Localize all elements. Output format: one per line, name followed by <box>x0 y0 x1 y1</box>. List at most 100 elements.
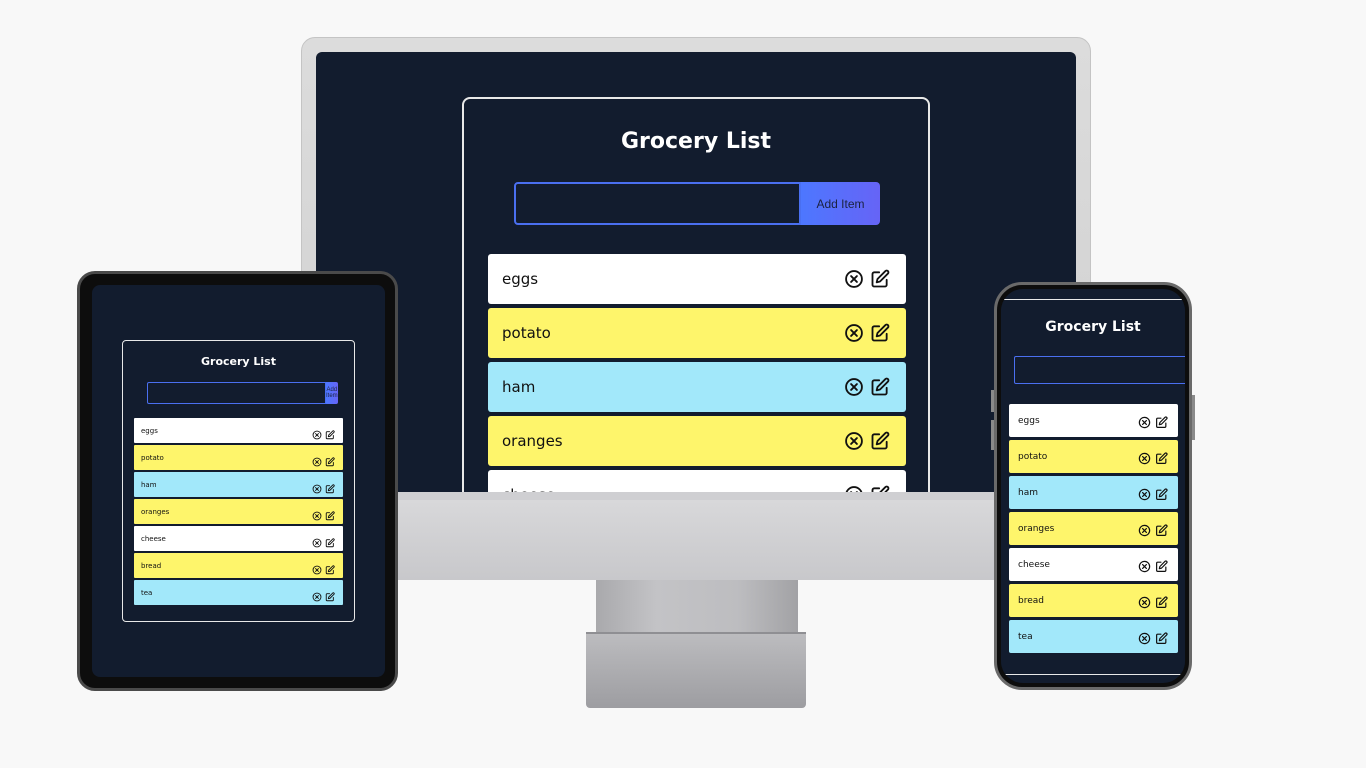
item-actions <box>1138 450 1168 469</box>
edit-icon[interactable] <box>325 533 335 552</box>
item-actions <box>1138 414 1168 433</box>
item-actions <box>312 425 335 444</box>
item-actions <box>844 323 890 347</box>
list-item: oranges <box>488 416 906 466</box>
monitor-chin <box>398 492 995 580</box>
edit-icon[interactable] <box>870 485 890 492</box>
item-input[interactable] <box>1014 356 1185 384</box>
list-item: eggs <box>488 254 906 304</box>
edit-icon[interactable] <box>870 431 890 455</box>
list-item: tea <box>134 580 343 605</box>
x-circle-icon[interactable] <box>844 485 864 492</box>
edit-icon[interactable] <box>325 506 335 525</box>
x-circle-icon[interactable] <box>1138 450 1151 469</box>
x-circle-icon[interactable] <box>1138 522 1151 541</box>
x-circle-icon[interactable] <box>844 377 864 401</box>
x-circle-icon[interactable] <box>844 431 864 455</box>
page-title: Grocery List <box>1045 319 1141 335</box>
item-label: eggs <box>502 270 539 288</box>
edit-icon[interactable] <box>870 323 890 347</box>
grocery-list: eggs potato ham oranges cheese bread tea <box>134 418 343 607</box>
edit-icon[interactable] <box>870 269 890 293</box>
item-actions <box>312 506 335 525</box>
item-actions <box>312 587 335 606</box>
edit-icon[interactable] <box>325 452 335 471</box>
add-item-form: Add Item <box>147 382 338 404</box>
item-label: potato <box>502 324 551 342</box>
edit-icon[interactable] <box>1155 522 1168 541</box>
item-label: eggs <box>1018 415 1040 426</box>
item-label: ham <box>141 480 157 489</box>
x-circle-icon[interactable] <box>1138 414 1151 433</box>
x-circle-icon[interactable] <box>312 587 322 606</box>
list-item: oranges <box>1009 512 1178 545</box>
monitor-base <box>586 632 806 708</box>
list-item: ham <box>134 472 343 497</box>
list-item: oranges <box>134 499 343 524</box>
item-input[interactable] <box>147 382 326 404</box>
grocery-list: eggs potato ham oranges cheese <box>488 254 906 492</box>
add-item-button[interactable]: Add Item <box>326 382 338 404</box>
item-label: cheese <box>141 534 166 543</box>
x-circle-icon[interactable] <box>312 506 322 525</box>
edit-icon[interactable] <box>870 377 890 401</box>
item-label: bread <box>141 561 162 570</box>
list-item: bread <box>134 553 343 578</box>
x-circle-icon[interactable] <box>1138 486 1151 505</box>
item-label: tea <box>141 588 153 597</box>
edit-icon[interactable] <box>1155 486 1168 505</box>
grocery-panel: Grocery List Add Item eggs potato ham orang… <box>122 340 355 622</box>
x-circle-icon[interactable] <box>1138 594 1151 613</box>
list-item: bread <box>1009 584 1178 617</box>
list-item: potato <box>1009 440 1178 473</box>
add-item-button[interactable]: Add Item <box>801 182 880 225</box>
edit-icon[interactable] <box>325 479 335 498</box>
list-item: eggs <box>134 418 343 443</box>
monitor-screen: Grocery List Add Item eggs potato ham orang… <box>316 52 1076 492</box>
edit-icon[interactable] <box>325 587 335 606</box>
x-circle-icon[interactable] <box>844 323 864 347</box>
list-item: tea <box>1009 620 1178 653</box>
add-item-form: Add Item <box>514 182 880 225</box>
edit-icon[interactable] <box>1155 558 1168 577</box>
item-input[interactable] <box>514 182 801 225</box>
item-actions <box>1138 630 1168 649</box>
edit-icon[interactable] <box>1155 630 1168 649</box>
list-item: cheese <box>134 526 343 551</box>
edit-icon[interactable] <box>325 425 335 444</box>
item-label: ham <box>1018 487 1038 498</box>
list-item: cheese <box>488 470 906 492</box>
x-circle-icon[interactable] <box>844 269 864 293</box>
x-circle-icon[interactable] <box>312 479 322 498</box>
page-title: Grocery List <box>620 129 771 154</box>
x-circle-icon[interactable] <box>312 560 322 579</box>
edit-icon[interactable] <box>1155 414 1168 433</box>
item-actions <box>1138 486 1168 505</box>
x-circle-icon[interactable] <box>1138 630 1151 649</box>
item-actions <box>312 533 335 552</box>
item-actions <box>844 377 890 401</box>
item-label: cheese <box>1018 559 1050 570</box>
list-item: ham <box>488 362 906 412</box>
item-actions <box>312 560 335 579</box>
item-label: ham <box>502 378 536 396</box>
item-label: oranges <box>141 507 170 516</box>
monitor-stand <box>596 580 798 634</box>
x-circle-icon[interactable] <box>1138 558 1151 577</box>
edit-icon[interactable] <box>1155 594 1168 613</box>
item-actions <box>844 431 890 455</box>
edit-icon[interactable] <box>1155 450 1168 469</box>
grocery-panel: Grocery List Add Item eggs potato ham orang… <box>462 97 930 492</box>
edit-icon[interactable] <box>325 560 335 579</box>
list-item: cheese <box>1009 548 1178 581</box>
item-label: oranges <box>1018 523 1055 534</box>
x-circle-icon[interactable] <box>312 425 322 444</box>
grocery-panel: Grocery List Add Item eggs potato ham orang… <box>1001 299 1185 675</box>
item-actions <box>1138 594 1168 613</box>
list-item: potato <box>488 308 906 358</box>
item-label: potato <box>141 453 164 462</box>
x-circle-icon[interactable] <box>312 452 322 471</box>
item-label: bread <box>1018 595 1044 606</box>
x-circle-icon[interactable] <box>312 533 322 552</box>
item-label: potato <box>1018 451 1048 462</box>
